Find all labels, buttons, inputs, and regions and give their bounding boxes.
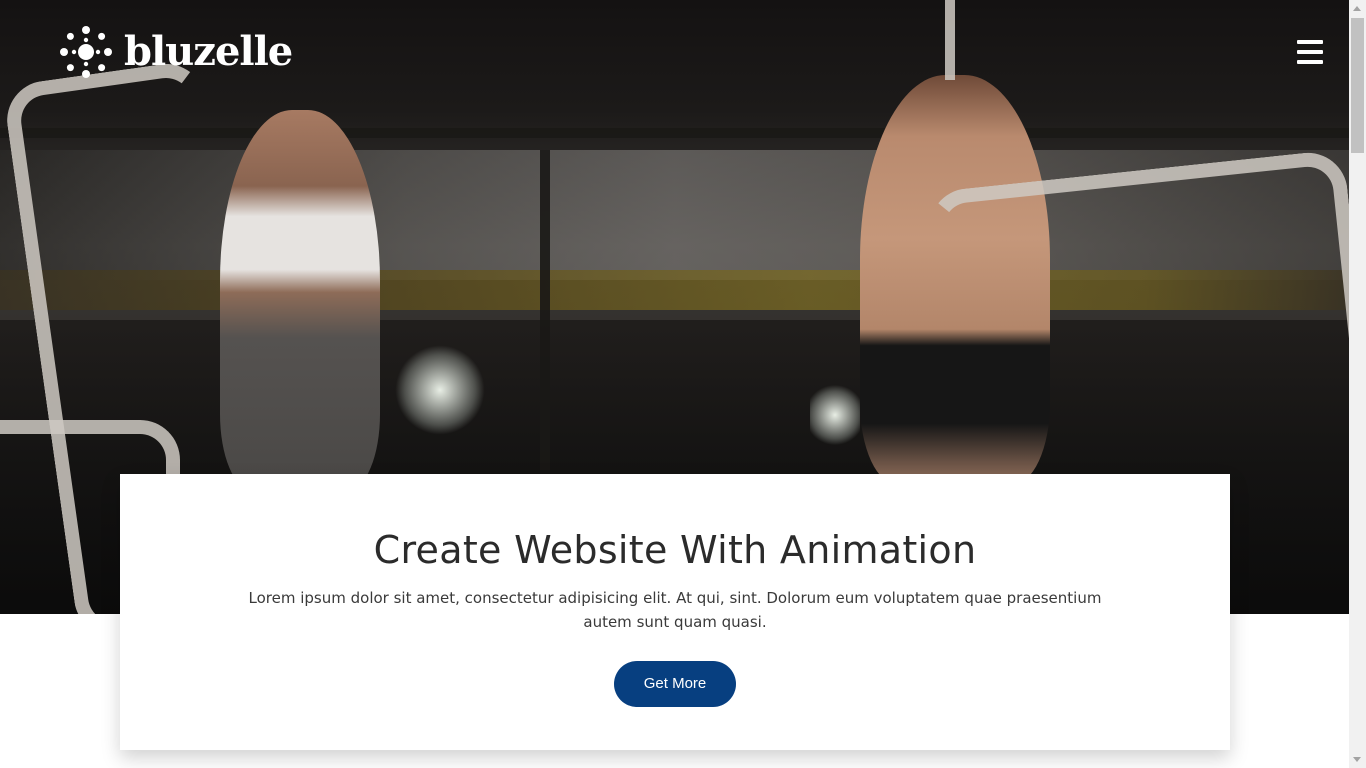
hero-window-light: [810, 380, 860, 450]
get-more-button[interactable]: Get More: [613, 661, 737, 707]
menu-bar: [1297, 40, 1323, 44]
brand-logo[interactable]: bluzelle: [58, 24, 293, 80]
hero-window-light: [395, 345, 485, 435]
hero-description: Lorem ipsum dolor sit amet, consectetur …: [248, 589, 1102, 631]
hamburger-menu-icon[interactable]: [1297, 40, 1323, 64]
scrollbar-thumb[interactable]: [1351, 18, 1364, 153]
hero-rope: [925, 148, 1349, 492]
scroll-up-arrow-icon[interactable]: [1353, 6, 1361, 11]
page-scrollbar[interactable]: [1349, 0, 1366, 768]
hero-title: Create Website With Animation: [373, 528, 977, 572]
menu-bar: [1297, 60, 1323, 64]
hero-rope: [945, 0, 959, 80]
menu-bar: [1297, 50, 1323, 54]
hero-beam: [540, 150, 550, 470]
brand-name: bluzelle: [124, 28, 293, 75]
scroll-down-arrow-icon[interactable]: [1353, 757, 1361, 762]
sunburst-dots-icon: [60, 26, 112, 78]
hero-card: Create Website With Animation Lorem ipsu…: [120, 474, 1230, 750]
